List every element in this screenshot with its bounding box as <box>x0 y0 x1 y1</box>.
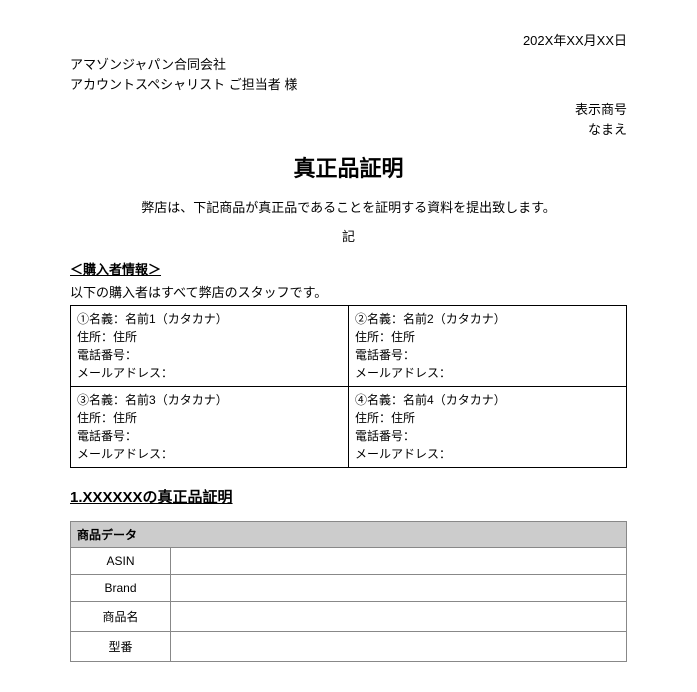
product-val <box>171 632 627 662</box>
label-email: メールアドレス： <box>77 447 173 461</box>
label-email: メールアドレス： <box>355 447 451 461</box>
table-row: 商品名 <box>71 602 627 632</box>
label-addr: 住所： <box>77 411 113 425</box>
buyer-cell-2: ②名義：名前2（カタカナ） 住所：住所 電話番号： メールアドレス： <box>349 306 627 387</box>
table-row: ASIN <box>71 548 627 575</box>
document-title: 真正品証明 <box>70 151 627 183</box>
buyer-cell-3: ③名義：名前3（カタカナ） 住所：住所 電話番号： メールアドレス： <box>71 387 349 468</box>
label-addr: 住所： <box>77 330 113 344</box>
product-val <box>171 548 627 575</box>
label-name: 名義： <box>367 393 403 407</box>
buyer-addr: 住所 <box>113 330 137 344</box>
buyer-name: 名前4（カタカナ） <box>403 393 506 407</box>
buyer-addr: 住所 <box>391 411 415 425</box>
label-name: 名義： <box>89 393 125 407</box>
addressee-line-2: アカウントスペシャリスト ご担当者 様 <box>70 75 627 95</box>
ki-marker: 記 <box>70 226 627 245</box>
product-key: ASIN <box>71 548 171 575</box>
buyer-num: ③ <box>77 393 89 407</box>
table-row: Brand <box>71 575 627 602</box>
product-band: 商品データ <box>71 522 627 548</box>
product-val <box>171 602 627 632</box>
proof-heading: 1.XXXXXXの真正品証明 <box>70 486 627 507</box>
buyer-name: 名前1（カタカナ） <box>125 312 228 326</box>
product-key: 商品名 <box>71 602 171 632</box>
label-email: メールアドレス： <box>77 366 173 380</box>
buyer-addr: 住所 <box>391 330 415 344</box>
buyer-section-heading: ＜購入者情報＞ <box>70 259 627 278</box>
label-phone: 電話番号： <box>77 429 137 443</box>
intro-text: 弊店は、下記商品が真正品であることを証明する資料を提出致します。 <box>70 197 627 216</box>
document-date: 202X年XX月XX日 <box>70 30 627 49</box>
label-addr: 住所： <box>355 411 391 425</box>
label-phone: 電話番号： <box>355 348 415 362</box>
sender-line-1: 表示商号 <box>70 100 627 120</box>
buyer-cell-1: ①名義：名前1（カタカナ） 住所：住所 電話番号： メールアドレス： <box>71 306 349 387</box>
buyer-section-note: 以下の購入者はすべて弊店のスタッフです。 <box>70 282 627 301</box>
sender-line-2: なまえ <box>70 120 627 140</box>
label-phone: 電話番号： <box>77 348 137 362</box>
product-key: Brand <box>71 575 171 602</box>
label-addr: 住所： <box>355 330 391 344</box>
product-val <box>171 575 627 602</box>
table-row: 型番 <box>71 632 627 662</box>
buyer-name: 名前3（カタカナ） <box>125 393 228 407</box>
label-name: 名義： <box>89 312 125 326</box>
buyers-table: ①名義：名前1（カタカナ） 住所：住所 電話番号： メールアドレス： ②名義：名… <box>70 305 627 468</box>
buyer-name: 名前2（カタカナ） <box>403 312 506 326</box>
label-phone: 電話番号： <box>355 429 415 443</box>
label-email: メールアドレス： <box>355 366 451 380</box>
label-name: 名義： <box>367 312 403 326</box>
buyer-num: ② <box>355 312 367 326</box>
buyer-addr: 住所 <box>113 411 137 425</box>
buyer-num: ④ <box>355 393 367 407</box>
buyer-num: ① <box>77 312 89 326</box>
product-key: 型番 <box>71 632 171 662</box>
product-table: 商品データ ASIN Brand 商品名 型番 <box>70 521 627 662</box>
buyer-cell-4: ④名義：名前4（カタカナ） 住所：住所 電話番号： メールアドレス： <box>349 387 627 468</box>
addressee-line-1: アマゾンジャパン合同会社 <box>70 55 627 75</box>
